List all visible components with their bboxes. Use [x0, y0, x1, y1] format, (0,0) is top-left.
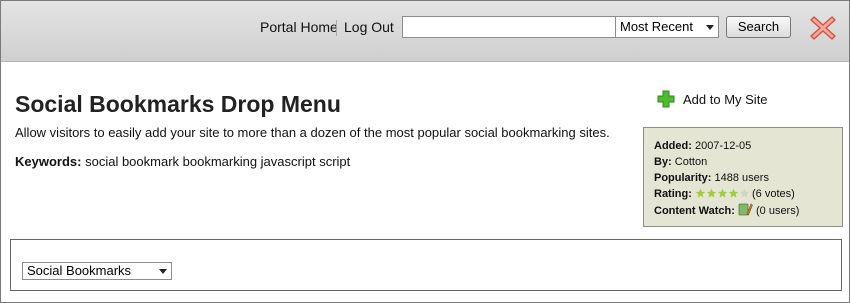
author-row: By: Cotton: [654, 154, 842, 170]
added-row: Added: 2007-12-05: [654, 138, 842, 154]
add-to-my-site-button[interactable]: Add to My Site: [657, 90, 768, 108]
added-label: Added:: [654, 140, 692, 152]
content-watch-label: Content Watch:: [654, 205, 735, 217]
star-filled-icon[interactable]: [717, 188, 728, 198]
search-input[interactable]: [402, 16, 616, 38]
star-filled-icon[interactable]: [706, 188, 717, 198]
added-value: 2007-12-05: [694, 140, 752, 152]
info-box: Added: 2007-12-05 By: Cotton Popularity:…: [643, 127, 843, 227]
keywords-value: social bookmark bookmarking javascript s…: [85, 154, 351, 169]
social-bookmarks-select-value: Social Bookmarks: [27, 263, 132, 278]
popularity-row: Popularity: 1488 users: [654, 170, 842, 186]
social-bookmarks-select[interactable]: Social Bookmarks: [22, 262, 172, 280]
search-button[interactable]: Search: [726, 16, 791, 38]
add-to-my-site-label: Add to My Site: [683, 91, 768, 107]
widget-panel: Social Bookmarks: [10, 239, 842, 291]
sort-select[interactable]: Most Recent: [615, 16, 719, 38]
rating-votes: (6 votes): [752, 188, 795, 200]
rating-stars[interactable]: [695, 188, 749, 199]
sort-select-value: Most Recent: [620, 19, 693, 34]
keywords-label: Keywords:: [15, 154, 82, 169]
page-title: Social Bookmarks Drop Menu: [15, 91, 341, 117]
rating-label: Rating:: [654, 188, 692, 200]
content-watch-row: Content Watch: (0 users): [654, 202, 842, 219]
keywords: Keywords: social bookmark bookmarking ja…: [15, 154, 350, 169]
author-label: By:: [654, 156, 672, 168]
star-filled-icon[interactable]: [728, 188, 739, 198]
log-out-link[interactable]: Log Out: [344, 19, 394, 35]
author-value: Cotton: [674, 156, 708, 168]
rating-row: Rating: (6 votes): [654, 186, 842, 202]
chevron-down-icon: [706, 25, 714, 30]
close-icon[interactable]: [809, 14, 837, 42]
popularity-label: Popularity:: [654, 172, 712, 184]
plus-icon: [657, 90, 675, 108]
star-filled-icon[interactable]: [695, 188, 706, 198]
nav-divider: [336, 20, 337, 36]
portal-home-link[interactable]: Portal Home: [260, 19, 338, 35]
popularity-value: 1488 users: [714, 172, 769, 184]
page-description: Allow visitors to easily add your site t…: [15, 125, 610, 140]
content-watch-value: (0 users): [755, 205, 800, 217]
content-watch-icon[interactable]: [738, 202, 753, 217]
chevron-down-icon: [159, 269, 167, 274]
star-empty-icon[interactable]: [739, 188, 749, 198]
